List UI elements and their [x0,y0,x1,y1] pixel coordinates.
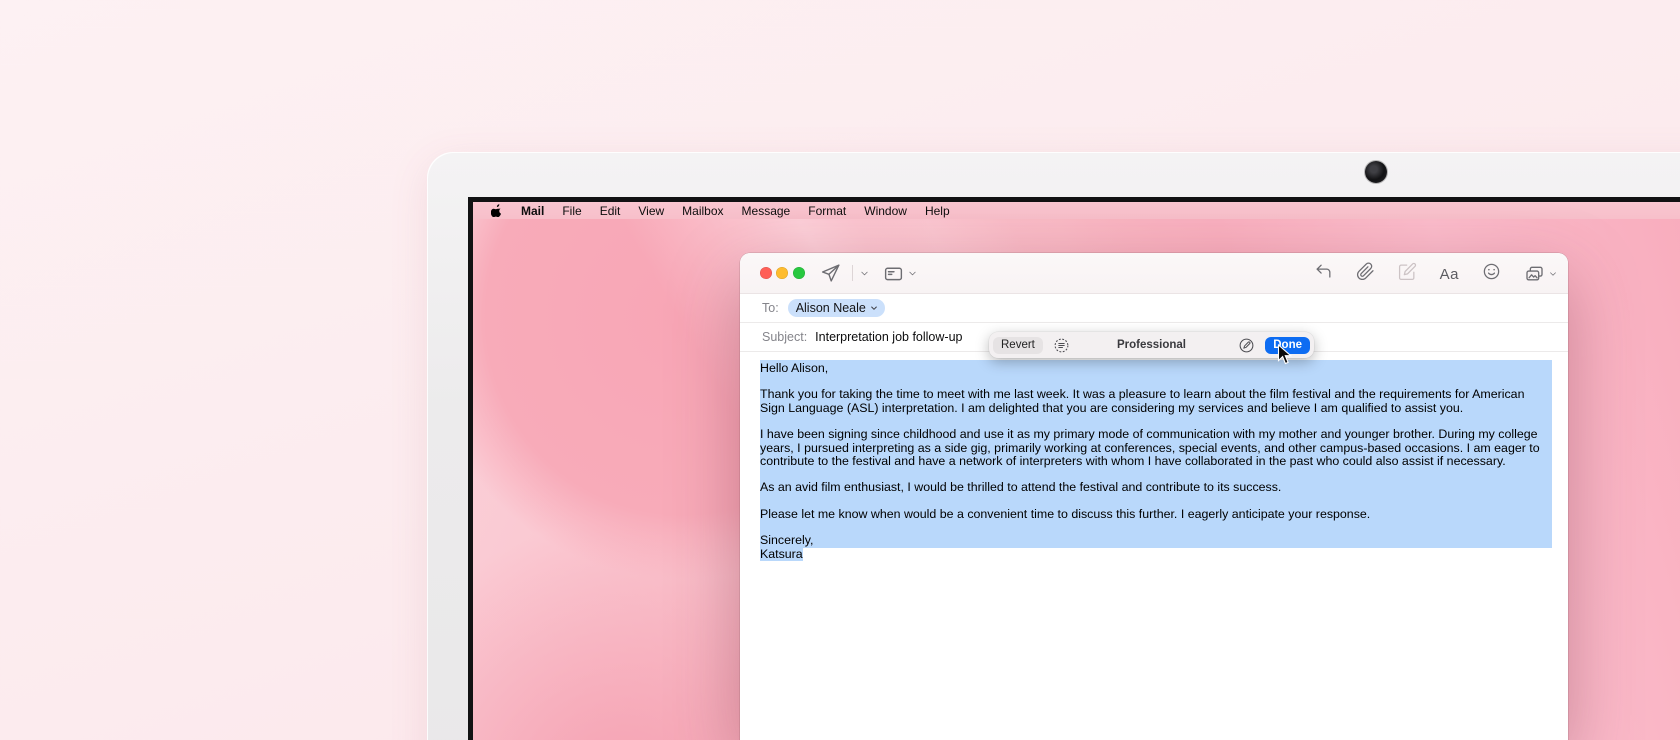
signature-name: Katsura [760,547,803,561]
compose-window: Aa To: Alison Neale Subject: Interpretat… [740,253,1568,740]
signature-line: Katsura [760,548,1568,561]
zoom-window-button[interactable] [793,267,805,279]
menu-item-mail[interactable]: Mail [512,204,553,218]
format-text-button[interactable]: Aa [1440,266,1459,283]
body-paragraph: Please let me know when would be a conve… [760,508,1552,521]
header-fields-button[interactable] [883,263,918,284]
markup-button [1398,262,1417,286]
menu-item-file[interactable]: File [553,204,590,218]
photo-browser-button[interactable] [1524,264,1558,284]
mouse-cursor [1277,344,1293,371]
body-paragraph: Thank you for taking the time to meet wi… [760,388,1552,415]
emoji-button[interactable] [1482,262,1501,286]
to-label: To: [762,301,779,315]
message-body[interactable]: Hello Alison, Thank you for taking the t… [740,352,1568,561]
subject-label: Subject: [762,330,807,344]
subject-value[interactable]: Interpretation job follow-up [815,330,962,344]
menu-item-window[interactable]: Window [855,204,916,218]
chevron-down-icon [859,268,870,279]
menu-item-message[interactable]: Message [733,204,800,218]
minimize-window-button[interactable] [776,267,788,279]
menu-item-edit[interactable]: Edit [591,204,630,218]
close-window-button[interactable] [760,267,772,279]
header-fields-icon [883,263,904,284]
attach-file-button[interactable] [1356,262,1375,286]
send-button[interactable] [820,263,841,284]
menu-item-help[interactable]: Help [916,204,959,218]
rewrite-button[interactable] [1238,337,1255,354]
menu-item-view[interactable]: View [629,204,673,218]
menu-item-format[interactable]: Format [799,204,855,218]
undo-button[interactable] [1314,262,1333,286]
body-paragraph: As an avid film enthusiast, I would be t… [760,481,1552,494]
to-field-row[interactable]: To: Alison Neale [740,294,1568,323]
writing-tools-bar: Revert Professional Done [989,332,1314,358]
revert-button[interactable]: Revert [993,337,1043,354]
photo-browser-icon [1524,264,1545,284]
toolbar-divider [852,265,853,281]
body-paragraph: Sincerely, [760,534,1552,547]
chevron-down-icon [1548,269,1558,279]
menu-bar: Mail File Edit View Mailbox Message Form… [473,202,1680,219]
writing-tools-menu-button[interactable] [1053,337,1070,354]
compose-titlebar[interactable]: Aa [740,253,1568,294]
chevron-down-icon [870,304,878,312]
body-paragraph: Hello Alison, [760,362,1552,375]
send-options-group[interactable] [846,265,870,281]
body-paragraph: I have been signing since childhood and … [760,428,1552,468]
selected-text-block: Hello Alison, Thank you for taking the t… [760,360,1552,548]
menu-item-mailbox[interactable]: Mailbox [673,204,732,218]
chevron-down-icon [907,268,918,279]
recipient-token[interactable]: Alison Neale [788,299,885,317]
facetime-camera [1365,161,1387,183]
apple-menu-icon[interactable] [483,204,512,217]
recipient-name: Alison Neale [796,301,866,315]
